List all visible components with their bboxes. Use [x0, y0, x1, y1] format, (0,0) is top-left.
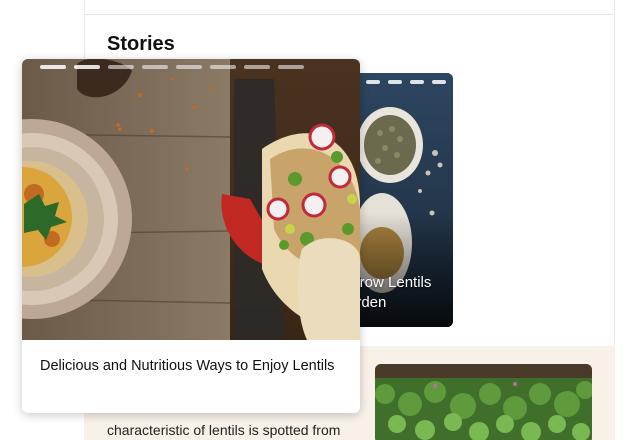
divider: [84, 14, 615, 15]
garden-image[interactable]: [375, 364, 592, 440]
progress-segment: [432, 80, 446, 84]
progress-segment: [74, 65, 100, 69]
caption-line: Grow Lentils: [348, 274, 432, 291]
progress-segment: [108, 65, 134, 69]
progress-segment: [244, 65, 270, 69]
progress-segment: [142, 65, 168, 69]
progress-segment: [40, 65, 66, 69]
garden-image-graphic: [375, 364, 592, 440]
progress-segment: [388, 80, 402, 84]
story-card-lentils[interactable]: Delicious and Nutritious Ways to Enjoy L…: [22, 59, 360, 413]
progress-segment: [366, 80, 380, 84]
progress-segment: [210, 65, 236, 69]
story-progress-main: [40, 65, 304, 69]
article-excerpt: characteristic of lentils is spotted fro…: [107, 422, 341, 438]
lentil-dishes-image: [22, 59, 360, 340]
progress-segment: [410, 80, 424, 84]
progress-segment: [278, 65, 304, 69]
caption-line: arden: [348, 294, 387, 311]
story-media: [22, 59, 360, 340]
story-progress-back: [366, 80, 446, 84]
story-title: Delicious and Nutritious Ways to Enjoy L…: [40, 358, 335, 374]
stories-heading: Stories: [107, 33, 175, 55]
progress-segment: [176, 65, 202, 69]
